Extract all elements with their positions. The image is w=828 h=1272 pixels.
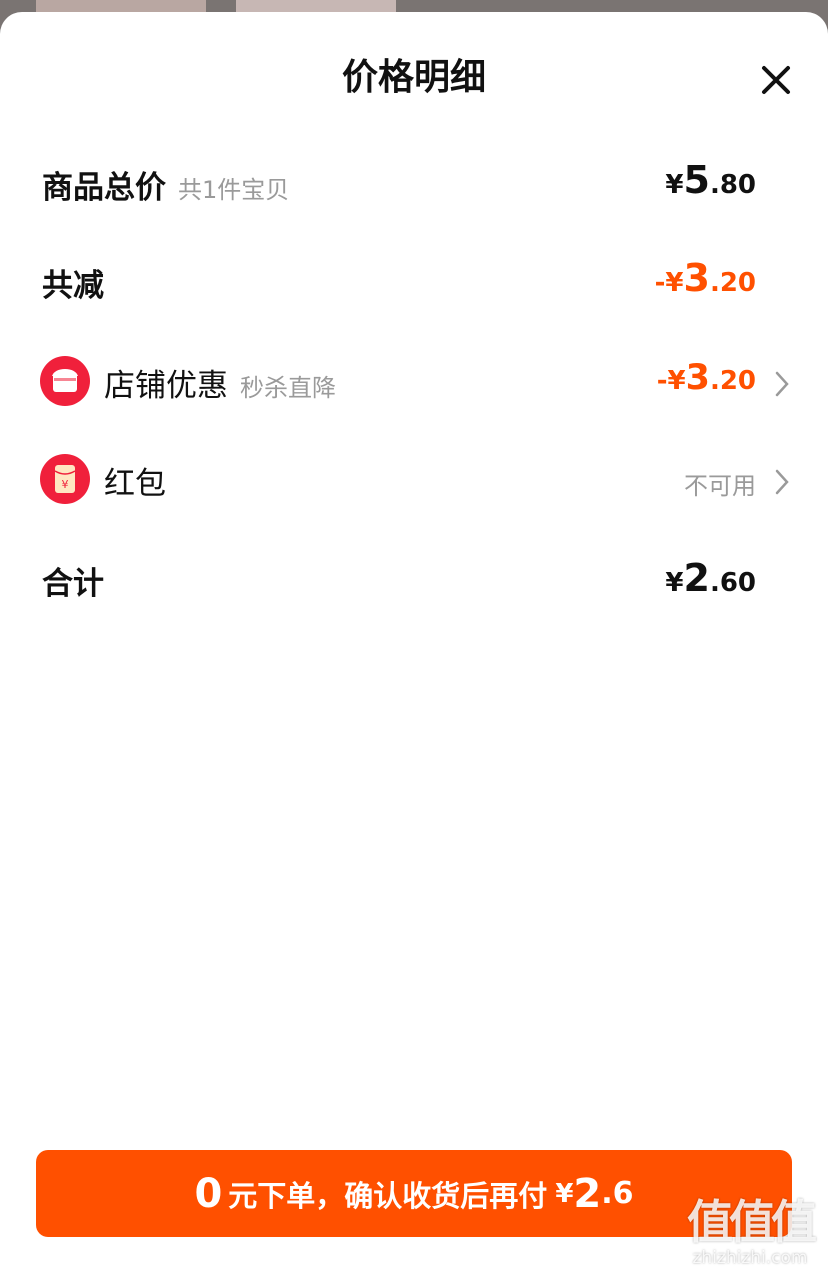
chevron-right-icon — [775, 371, 789, 397]
red-packet-status: 不可用 — [684, 472, 756, 500]
price-int: 2 — [683, 556, 710, 600]
discount-label: 共减 — [42, 268, 104, 304]
price-dec: .60 — [709, 568, 756, 598]
pay-text: 元下单，确认收货后再付 — [228, 1178, 548, 1213]
price-int: 5 — [683, 158, 710, 202]
red-packet-icon: ¥ — [40, 454, 90, 504]
pay-amount-int: 2 — [573, 1170, 602, 1217]
sum-amount: ¥2.60 — [665, 556, 756, 600]
store-discount-label: 店铺优惠 — [104, 368, 228, 404]
store-discount-amount: -¥3.20 — [657, 358, 756, 398]
row-store-discount[interactable]: 店铺优惠 秒杀直降 -¥3.20 — [0, 356, 828, 416]
currency: -¥ — [654, 268, 684, 298]
row-discount: 共减 -¥3.20 — [0, 256, 828, 320]
currency: -¥ — [656, 366, 686, 396]
row-sum: 合计 ¥2.60 — [0, 556, 828, 618]
currency: ¥ — [665, 170, 684, 200]
price-int: 3 — [685, 358, 710, 398]
price-dec: .20 — [709, 366, 756, 396]
row-label: 店铺优惠 秒杀直降 — [104, 360, 336, 405]
page-title: 价格明细 — [341, 57, 486, 98]
store-icon — [40, 356, 90, 406]
close-button[interactable] — [756, 60, 796, 100]
price-dec: .80 — [709, 170, 756, 200]
price-int: 3 — [683, 256, 710, 300]
watermark-text: 值值值 — [687, 1195, 817, 1249]
watermark-url: zhizhizhi.com — [692, 1248, 808, 1268]
row-label: 商品总价 共1件宝贝 — [42, 162, 289, 207]
red-packet-label: 红包 — [104, 466, 166, 502]
store-discount-sub: 秒杀直降 — [240, 374, 336, 402]
currency: ¥ — [665, 568, 684, 598]
background-image — [236, 0, 396, 12]
pay-currency: ¥ — [555, 1178, 574, 1209]
total-label: 商品总价 — [42, 170, 166, 206]
total-price: ¥5.80 — [665, 158, 756, 202]
watermark-logo: 值值值 zhizhizhi.com — [672, 1186, 828, 1272]
chevron-right-icon — [775, 469, 789, 495]
sum-label: 合计 — [42, 566, 104, 602]
pay-zero: 0 — [194, 1170, 223, 1217]
background-image — [36, 0, 206, 12]
price-dec: .20 — [709, 268, 756, 298]
red-packet-glyph: ¥ — [62, 478, 69, 491]
row-red-packet[interactable]: ¥ 红包 不可用 — [0, 454, 828, 514]
price-detail-sheet: 价格明细 商品总价 共1件宝贝 ¥5.80 共减 -¥3.20 店铺优惠 秒杀直… — [0, 12, 828, 1272]
row-item-total: 商品总价 共1件宝贝 ¥5.80 — [0, 158, 828, 222]
item-count: 共1件宝贝 — [178, 176, 290, 204]
pay-amount-dec: .6 — [601, 1176, 634, 1211]
discount-amount: -¥3.20 — [655, 256, 756, 300]
close-icon — [762, 66, 790, 94]
